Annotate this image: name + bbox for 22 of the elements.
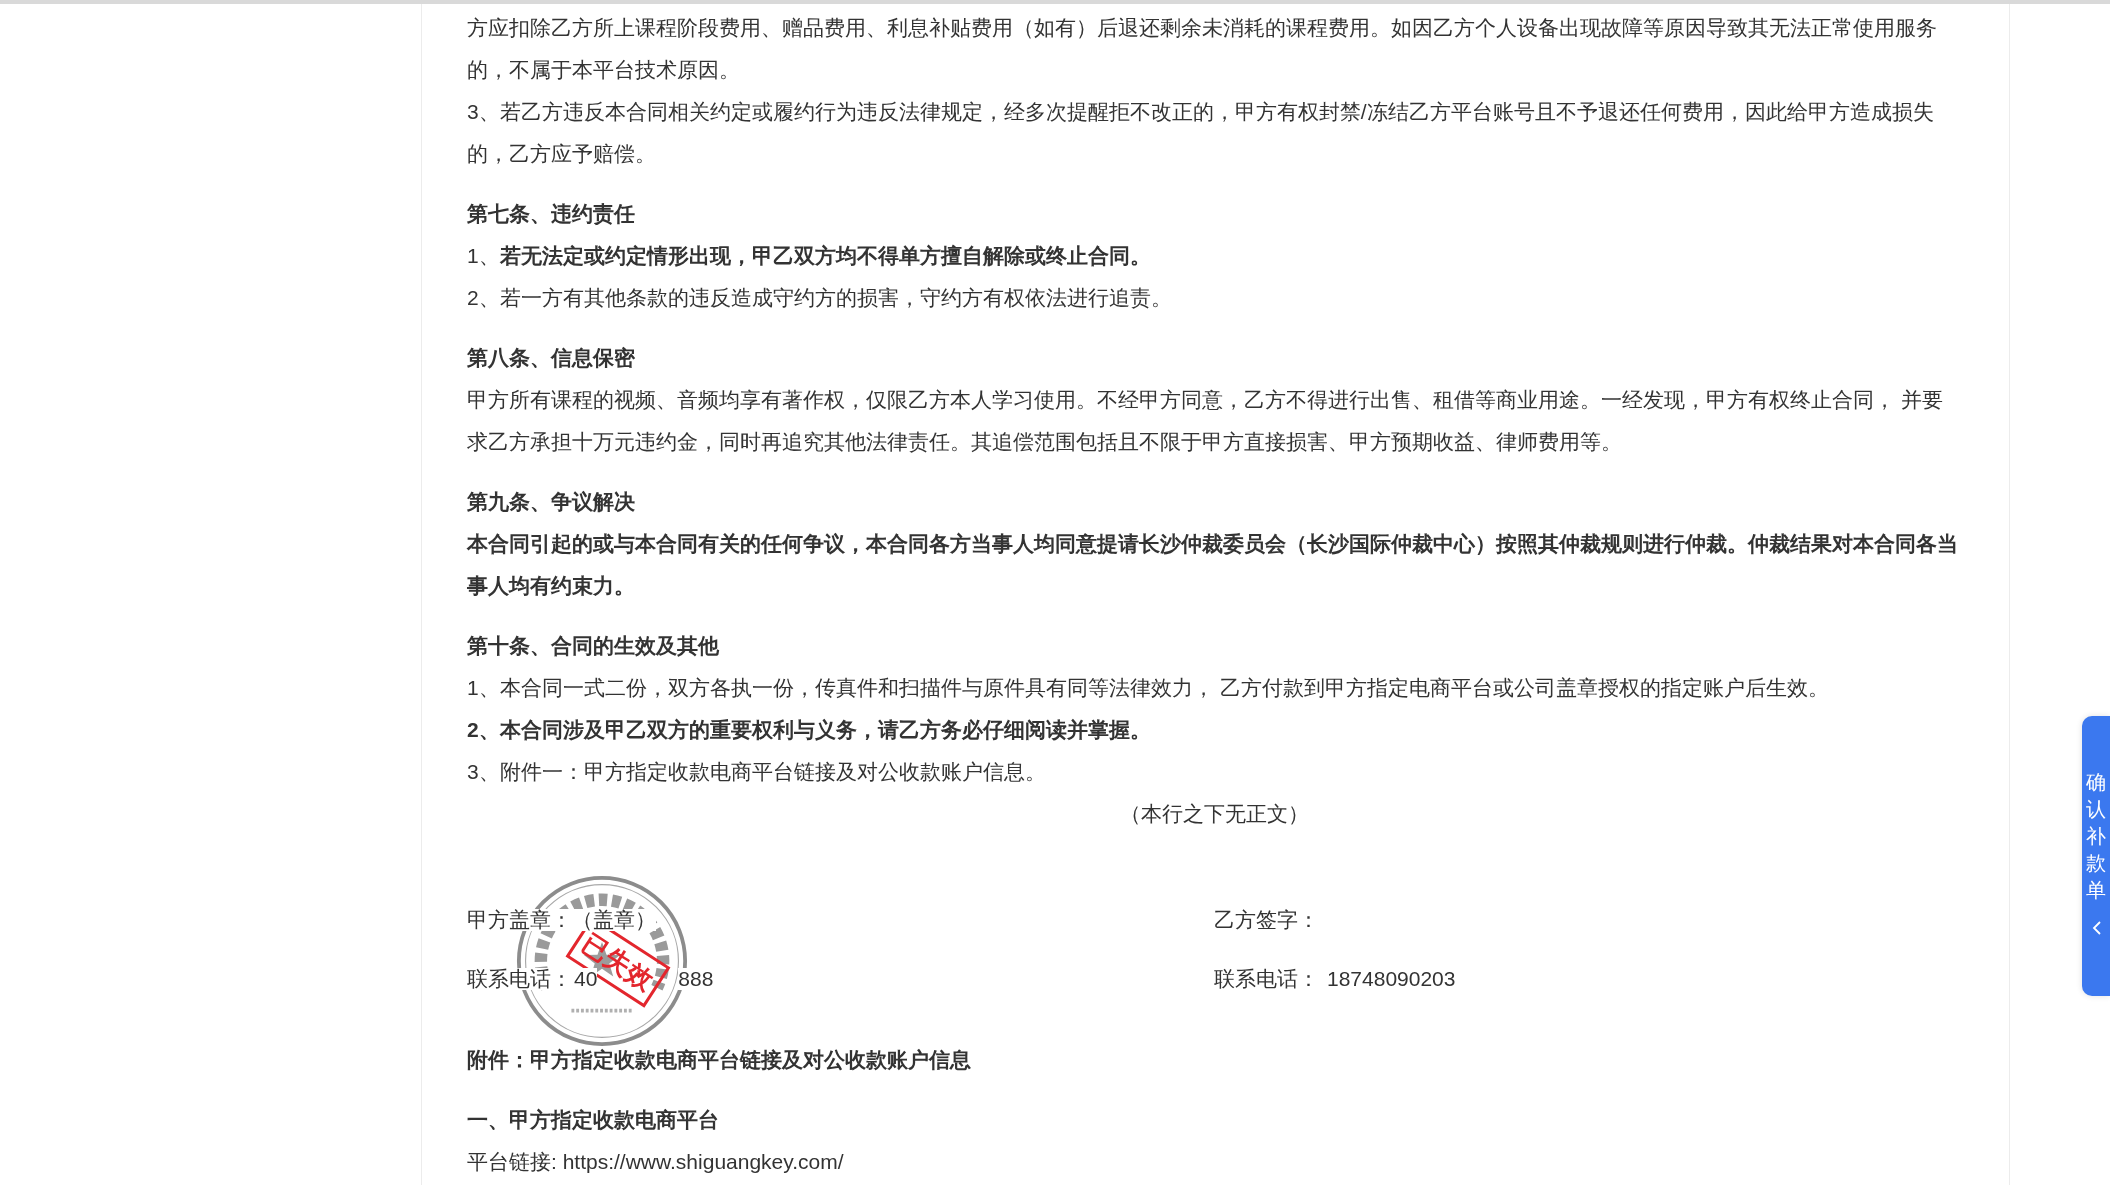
clause-text: 方应扣除乙方所上课程阶段费用、赠品费用、利息补贴费用（如有）后退还剩余未消耗的课程费用。如因乙方个人设备出现故障等原因导致其无法正常使用服务的，不属于本平台技术原因。 [467, 15, 1938, 83]
signature-label: 甲方盖章： [467, 909, 572, 931]
clause-text: 甲方所有课程的视频、音频均享有著作权，仅限乙方本人学习使用。不经甲方同意，乙方不得进行出售、租借等商业用途。一经发现，甲方有权终止合同， 并要求乙方承担十万元违约金，同时再追究其他法律责任。其追偿范围包括且不限于甲方直接损害、甲方预期收益、律师费用等。 [467, 387, 1944, 455]
phone-number: 888 [678, 968, 714, 990]
clause-text: 平台链接: https://www.shiguangkey.com/ [467, 1149, 845, 1175]
section-heading: 第九条、争议解决 [467, 489, 636, 515]
signature-note: （盖章） [572, 909, 656, 931]
clause-text: 2、若一方有其他条款的违反造成守约方的损害，守约方有权依法进行追责。 [467, 285, 1173, 311]
clause-text: 3、若乙方违反本合同相关约定或履约行为违反法律规定，经多次提醒拒不改正的，甲方有权封禁/冻结乙方平台账号且不予退还任何费用，因此给甲方造成损失的，乙方应予赔偿。 [467, 99, 1935, 167]
clause-text: 2、本合同涉及甲乙双方的重要权利与义务，请乙方务必仔细阅读并掌握。 [467, 717, 1152, 743]
section-heading: 第十条、合同的生效及其他 [467, 633, 720, 659]
clause-text: 1、本合同一式二份，双方各执一份，传真件和扫描件与原件具有同等法律效力， 乙方付款到甲方指定电商平台或公司盖章授权的指定账户后生效。 [467, 675, 1830, 701]
clause-text: 1、若无法定或约定情形出现，甲乙双方均不得单方擅自解除或终止合同。 [467, 243, 1152, 269]
section-heading: 第七条、违约责任 [467, 201, 636, 227]
clause-text: 3、附件一：甲方指定收款电商平台链接及对公收款账户信息。 [467, 759, 1047, 785]
side-tab[interactable]: 确认补款单 [2082, 716, 2110, 996]
end-note: （本行之下无正文） [1118, 801, 1310, 827]
section-heading: 附件：甲方指定收款电商平台链接及对公收款账户信息 [467, 1047, 972, 1073]
chevron-left-icon [2091, 921, 2101, 935]
clause-text: 本合同引起的或与本合同有关的任何争议，本合同各方当事人均同意提请长沙仲裁委员会（长沙国际仲裁中心）按照其仲裁规则进行仲裁。仲裁结果对本合同各当事人均有约束力。 [467, 531, 1959, 599]
section-heading: 一、甲方指定收款电商平台 [467, 1107, 720, 1133]
section-heading: 第八条、信息保密 [467, 345, 636, 371]
